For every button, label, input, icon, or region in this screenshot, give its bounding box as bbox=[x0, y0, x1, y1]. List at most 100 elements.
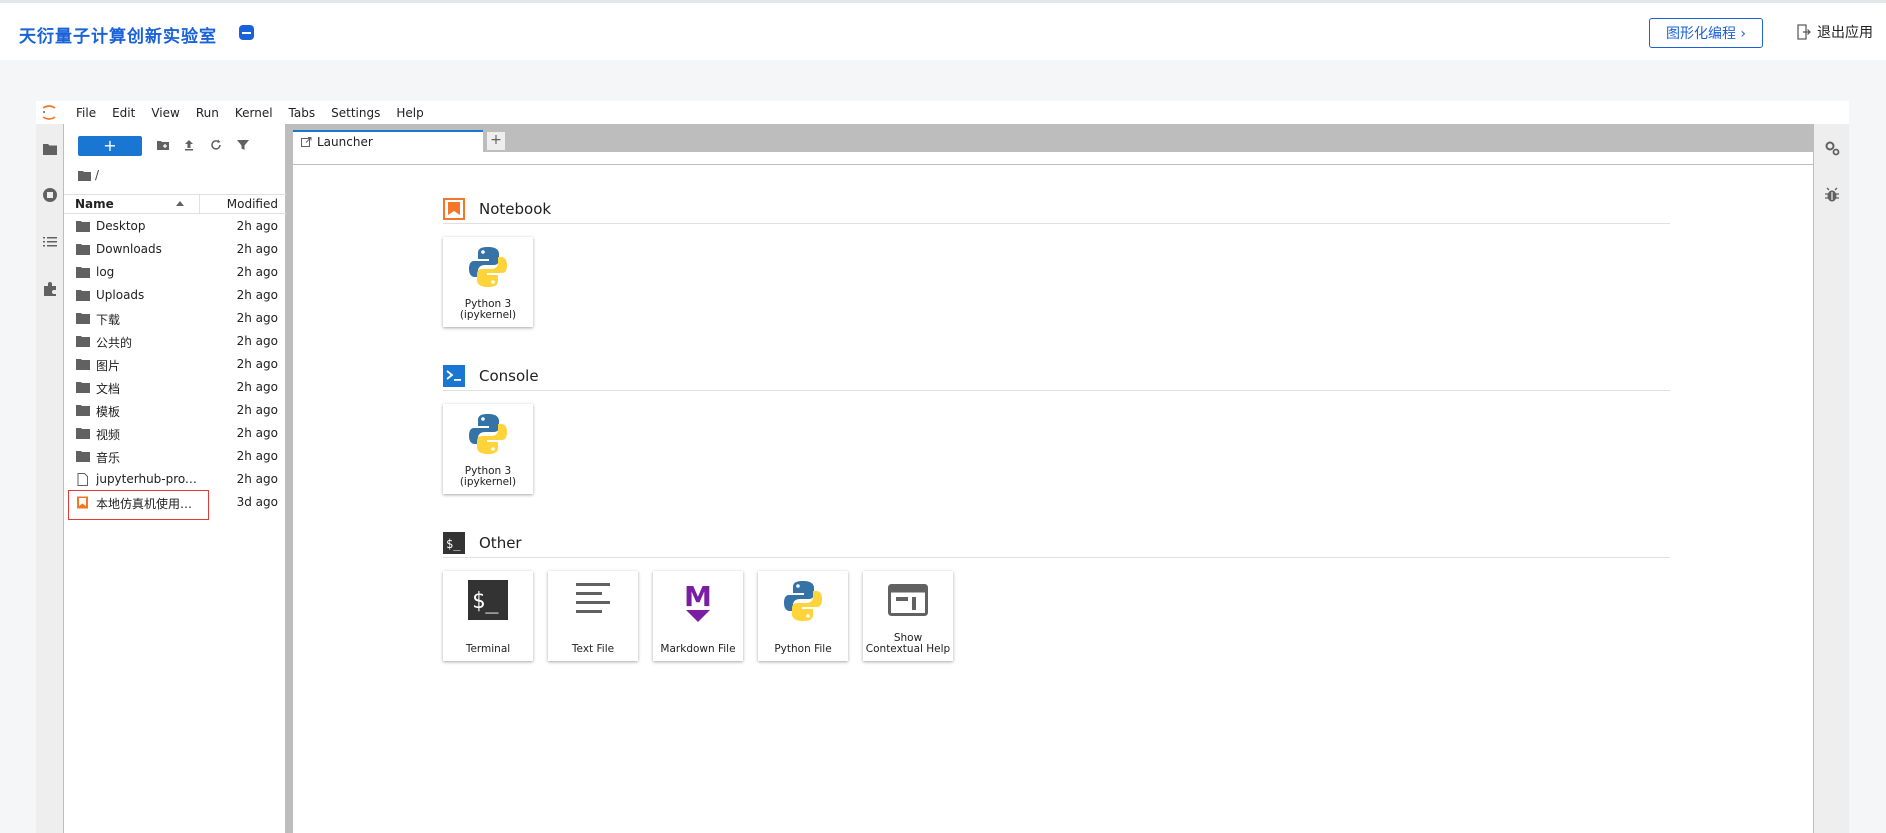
file-modified: 2h ago bbox=[236, 288, 278, 302]
column-name[interactable]: Name bbox=[75, 197, 114, 211]
graphical-programming-button[interactable]: 图形化编程 › bbox=[1649, 18, 1763, 48]
file-row-yinyue[interactable]: 音乐 2h ago bbox=[64, 445, 286, 468]
card-label: Python 3 (ipykernel) bbox=[459, 465, 517, 488]
exit-app-button[interactable]: 退出应用 bbox=[1797, 22, 1873, 42]
launcher-panel: Notebook Python 3 (ipykernel) Console Py… bbox=[293, 152, 1813, 833]
launcher-section-other: $_ Other $_ Terminal Text File M Markdow… bbox=[443, 531, 1670, 661]
text-file-icon bbox=[576, 583, 610, 613]
launcher-card-python3-notebook[interactable]: Python 3 (ipykernel) bbox=[443, 237, 533, 327]
card-label: Terminal bbox=[465, 643, 511, 655]
jupyterlab-frame: File Edit View Run Kernel Tabs Settings … bbox=[36, 101, 1849, 833]
running-sessions-icon[interactable] bbox=[42, 187, 58, 203]
file-row-downloads[interactable]: Downloads 2h ago bbox=[64, 238, 286, 261]
file-name: 模板 bbox=[96, 405, 121, 419]
section-title: Notebook bbox=[479, 199, 552, 218]
brand-badge-icon bbox=[239, 25, 254, 40]
file-row-tupian[interactable]: 图片 2h ago bbox=[64, 353, 286, 376]
file-row-xiazai[interactable]: 下载 2h ago bbox=[64, 307, 286, 330]
launcher-card-python3-console[interactable]: Python 3 (ipykernel) bbox=[443, 404, 533, 494]
logout-icon bbox=[1797, 24, 1811, 40]
tab-bar: Launcher + bbox=[286, 124, 1813, 152]
launcher-icon bbox=[301, 136, 312, 147]
debugger-bug-icon[interactable] bbox=[1824, 187, 1840, 203]
launcher-section-console: Console Python 3 (ipykernel) bbox=[443, 364, 1670, 494]
file-name: 本地仿真机使用… bbox=[96, 497, 193, 511]
right-activity-bar bbox=[1813, 124, 1849, 833]
menu-run[interactable]: Run bbox=[188, 106, 227, 120]
breadcrumb: / bbox=[78, 168, 99, 182]
notebook-icon bbox=[443, 197, 465, 220]
new-launcher-button[interactable]: + bbox=[78, 136, 142, 156]
left-activity-bar bbox=[36, 124, 64, 833]
refresh-icon[interactable] bbox=[209, 138, 223, 152]
card-label: Python File bbox=[774, 643, 832, 655]
file-row-muban[interactable]: 模板 2h ago bbox=[64, 399, 286, 422]
file-modified: 2h ago bbox=[236, 472, 278, 486]
svg-text:M: M bbox=[684, 580, 712, 613]
jupyter-logo-icon bbox=[42, 105, 56, 120]
folder-icon[interactable] bbox=[78, 170, 91, 181]
breadcrumb-path[interactable]: / bbox=[95, 168, 99, 182]
menu-tabs[interactable]: Tabs bbox=[281, 106, 324, 120]
folder-icon bbox=[76, 336, 90, 347]
file-modified: 2h ago bbox=[236, 219, 278, 233]
file-row-shipin[interactable]: 视频 2h ago bbox=[64, 422, 286, 445]
python-logo-icon bbox=[469, 247, 507, 287]
file-list-header: Name Modified bbox=[64, 194, 286, 214]
folder-icon bbox=[76, 451, 90, 462]
menu-settings[interactable]: Settings bbox=[323, 106, 388, 120]
brand-title: 天衍量子计算创新实验室 bbox=[19, 27, 217, 47]
folder-icon[interactable] bbox=[42, 141, 58, 157]
tab-launcher-label: Launcher bbox=[317, 135, 373, 149]
new-tab-button[interactable]: + bbox=[486, 131, 506, 151]
card-label: Python 3 (ipykernel) bbox=[459, 298, 517, 321]
file-name: 视频 bbox=[96, 428, 121, 442]
main-dock-area: Launcher + Notebook Python 3 (ipykernel)… bbox=[286, 124, 1813, 833]
upload-icon[interactable] bbox=[182, 138, 196, 152]
menu-edit[interactable]: Edit bbox=[104, 106, 143, 120]
file-row-local-simulator-notebook[interactable]: 本地仿真机使用… 3d ago bbox=[64, 490, 286, 520]
menu-view[interactable]: View bbox=[143, 106, 187, 120]
tab-launcher[interactable]: Launcher bbox=[293, 130, 483, 152]
launcher-card-text-file[interactable]: Text File bbox=[548, 571, 638, 661]
menu-kernel[interactable]: Kernel bbox=[227, 106, 281, 120]
file-name: log bbox=[96, 265, 115, 279]
file-modified: 2h ago bbox=[236, 426, 278, 440]
file-name: 文档 bbox=[96, 382, 121, 396]
file-row-jupyterhub-proxy[interactable]: jupyterhub-prox… 2h ago bbox=[64, 468, 286, 491]
file-name: Desktop bbox=[96, 219, 146, 233]
console-icon bbox=[443, 364, 465, 387]
property-inspector-gear-icon[interactable] bbox=[1824, 140, 1840, 156]
filter-icon[interactable] bbox=[236, 138, 250, 152]
sort-ascending-icon bbox=[176, 201, 184, 206]
file-modified: 2h ago bbox=[236, 357, 278, 371]
contextual-help-icon bbox=[888, 584, 928, 616]
file-row-wendang[interactable]: 文档 2h ago bbox=[64, 376, 286, 399]
folder-icon bbox=[76, 290, 90, 301]
file-row-uploads[interactable]: Uploads 2h ago bbox=[64, 284, 286, 307]
file-list: Desktop 2h ago Downloads 2h ago log 2h a… bbox=[64, 215, 286, 520]
python-logo-icon bbox=[469, 414, 507, 454]
file-row-desktop[interactable]: Desktop 2h ago bbox=[64, 215, 286, 238]
launcher-card-python-file[interactable]: Python File bbox=[758, 571, 848, 661]
file-modified: 2h ago bbox=[236, 449, 278, 463]
markdown-icon: M bbox=[684, 580, 712, 622]
extension-puzzle-icon[interactable] bbox=[42, 281, 58, 297]
file-name: Uploads bbox=[96, 288, 145, 302]
launcher-card-contextual-help[interactable]: Show Contextual Help bbox=[863, 571, 953, 661]
launcher-card-markdown-file[interactable]: M Markdown File bbox=[653, 571, 743, 661]
menubar: File Edit View Run Kernel Tabs Settings … bbox=[36, 101, 1849, 124]
new-folder-icon[interactable] bbox=[156, 138, 170, 152]
file-row-gonggong[interactable]: 公共的 2h ago bbox=[64, 330, 286, 353]
file-row-log[interactable]: log 2h ago bbox=[64, 261, 286, 284]
file-modified: 2h ago bbox=[236, 242, 278, 256]
column-modified[interactable]: Modified bbox=[227, 197, 278, 211]
table-of-contents-icon[interactable] bbox=[42, 234, 58, 250]
file-modified: 2h ago bbox=[236, 334, 278, 348]
menu-file[interactable]: File bbox=[68, 106, 104, 120]
launcher-card-terminal[interactable]: $_ Terminal bbox=[443, 571, 533, 661]
menu-help[interactable]: Help bbox=[388, 106, 431, 120]
folder-icon bbox=[76, 313, 90, 324]
file-name: jupyterhub-prox… bbox=[96, 472, 200, 486]
section-header: Console bbox=[443, 364, 1670, 391]
